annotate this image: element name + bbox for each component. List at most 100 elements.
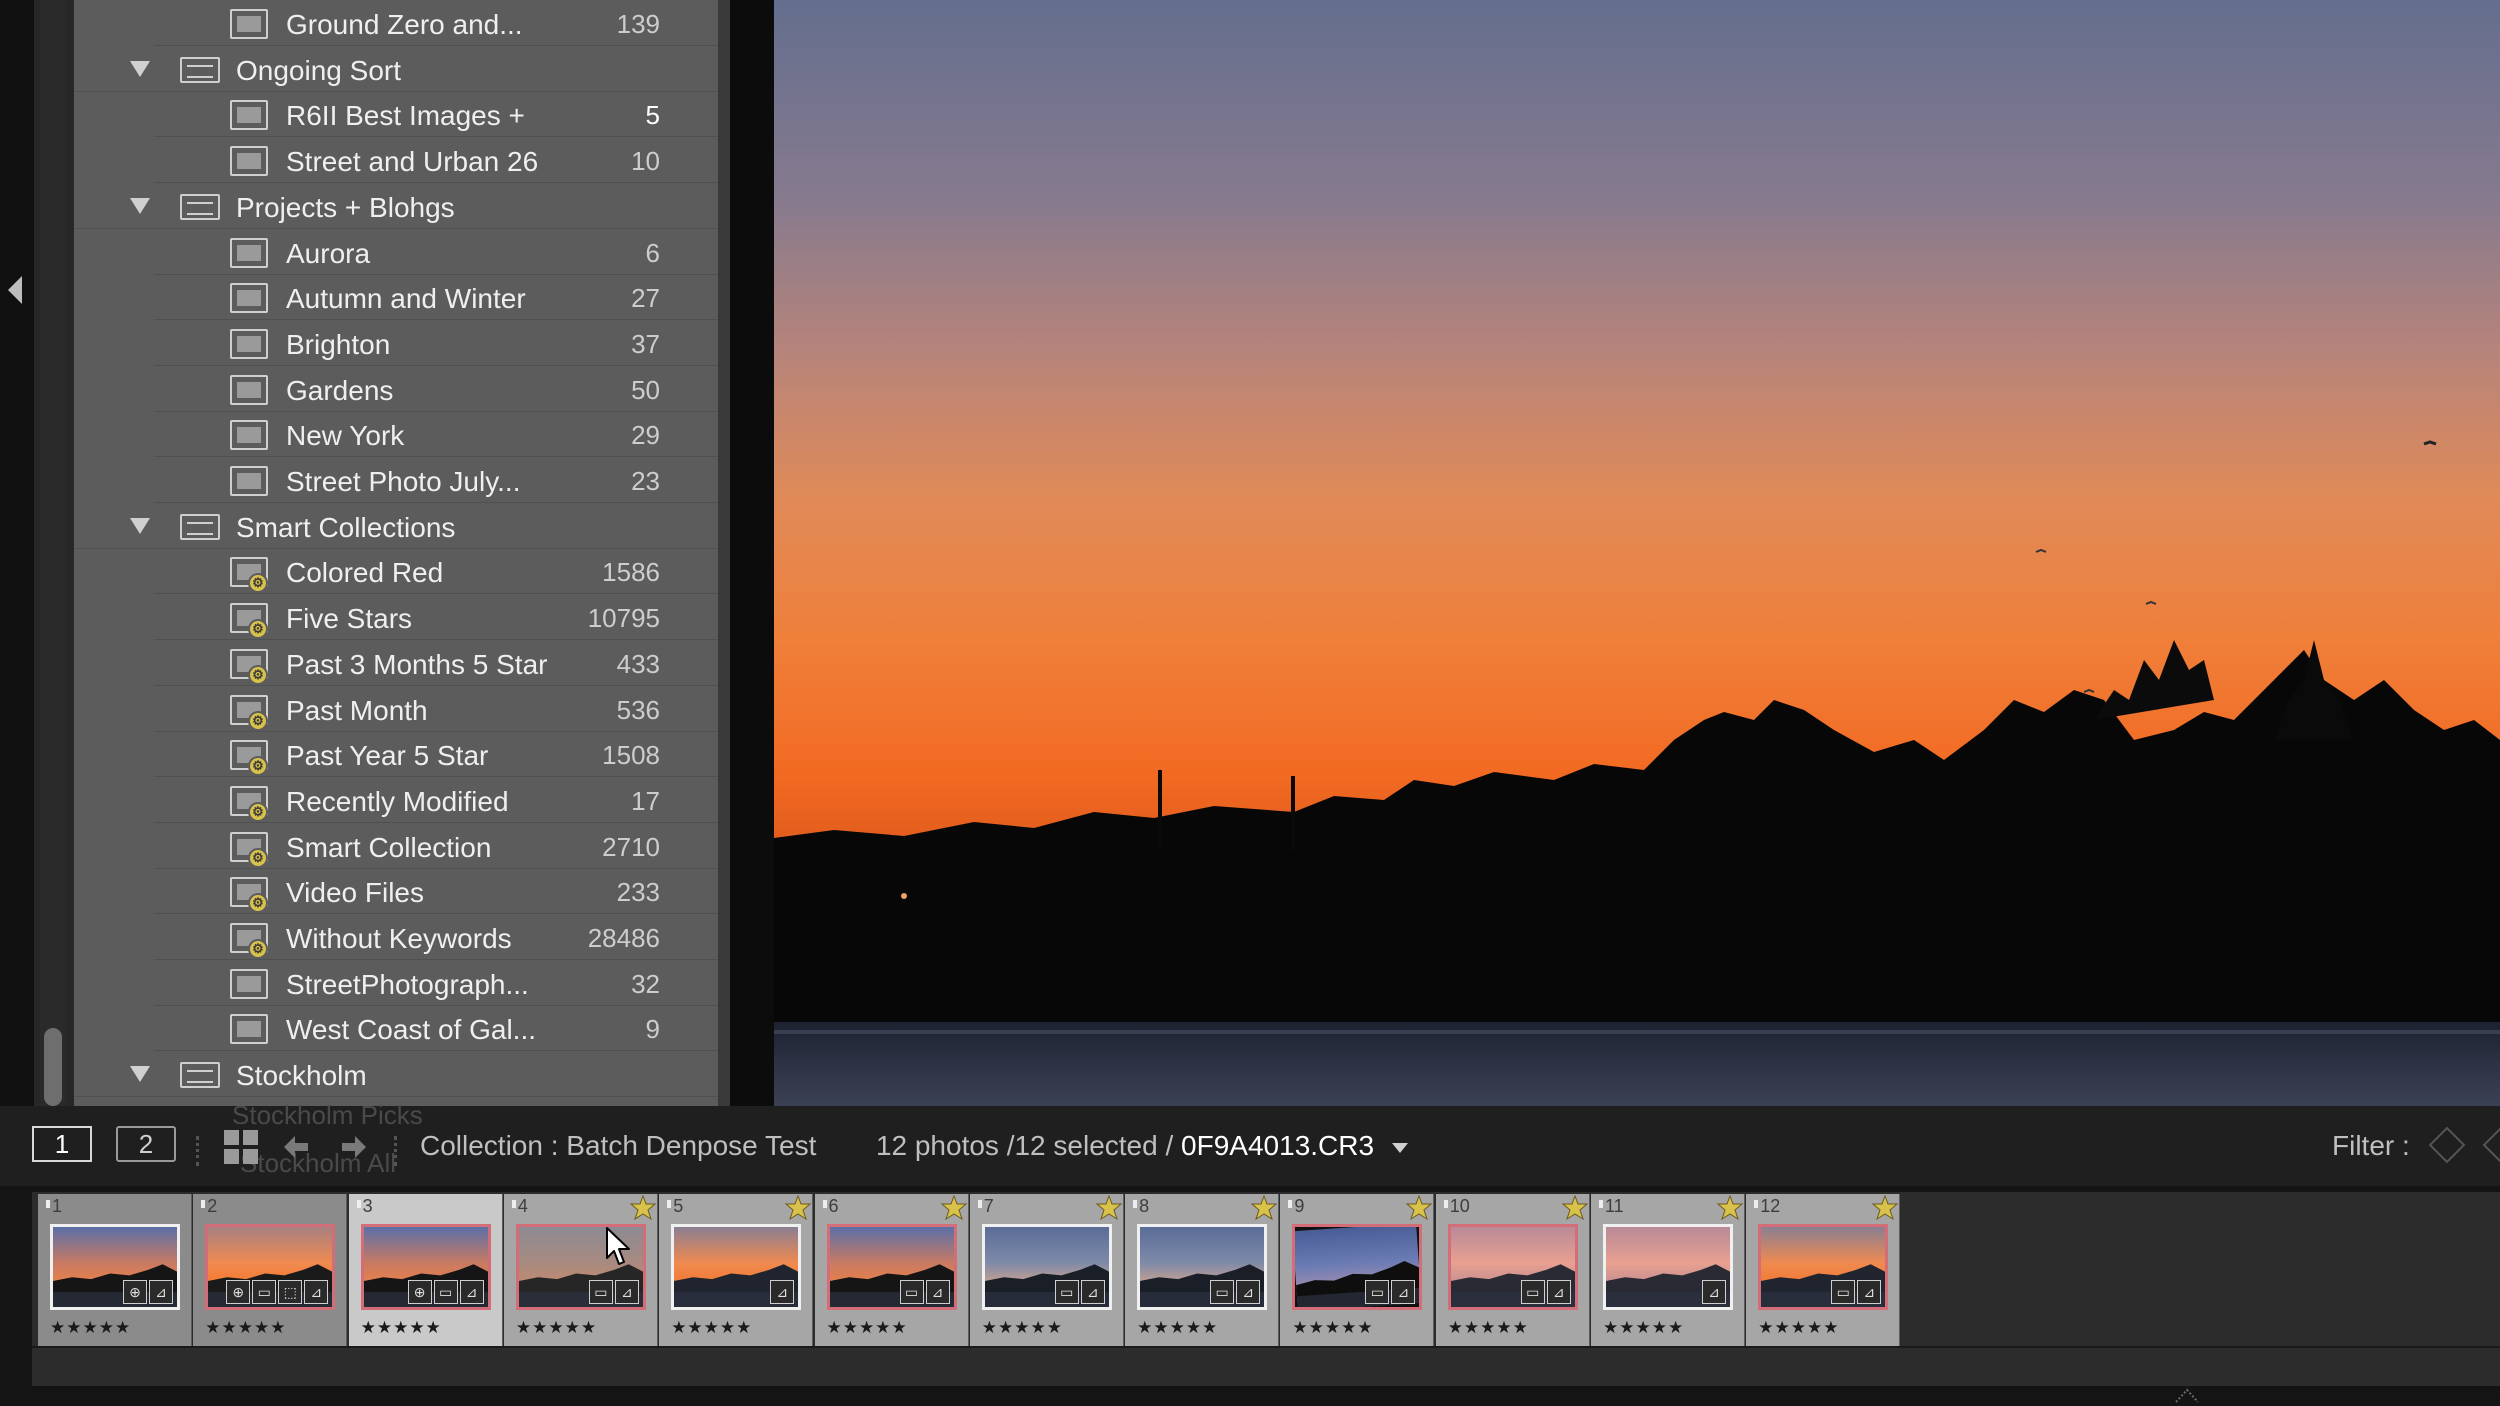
filmstrip-cell[interactable]: 6 ▭ ⊿ ★★★★★ — [814, 1194, 969, 1350]
filmstrip-cell[interactable]: 4 ▭ ⊿ ★★★★★ — [503, 1194, 658, 1350]
star-rating[interactable]: ★★★★★ — [982, 1318, 1063, 1338]
source-indicator[interactable]: Collection : Batch Denpose Test 12 photo… — [420, 1130, 1408, 1162]
collection-count: 50 — [631, 374, 660, 405]
develop-badge-icon[interactable]: ⊕ — [123, 1280, 147, 1304]
filter-flag-icon[interactable] — [2428, 1126, 2466, 1164]
develop-badge-icon[interactable]: ⊿ — [304, 1280, 329, 1304]
panel-divider[interactable] — [718, 0, 730, 1106]
disclosure-expanded-icon[interactable] — [130, 197, 150, 214]
disclosure-expanded-icon[interactable] — [130, 60, 150, 77]
filmstrip-cell[interactable]: 5 ⊿ ★★★★★ — [659, 1194, 814, 1350]
develop-badge-icon[interactable]: ⊕ — [407, 1280, 432, 1304]
collection-row[interactable]: Street Photo July... 23 — [74, 458, 718, 503]
develop-badge-icon[interactable]: ⊿ — [1236, 1280, 1261, 1304]
primary-window-button[interactable]: 1 — [32, 1126, 92, 1162]
star-rating[interactable]: ★★★★★ — [1758, 1318, 1839, 1338]
develop-badge-icon[interactable]: ⊿ — [459, 1280, 484, 1304]
collection-row[interactable]: R6II Best Images + 5 — [74, 92, 718, 138]
collection-row[interactable]: Ground Zero and... 139 — [74, 1, 718, 46]
secondary-window-button[interactable]: 2 — [116, 1126, 176, 1162]
develop-badge-icon[interactable]: ⊿ — [1857, 1280, 1882, 1304]
develop-badge-icon[interactable]: ▭ — [1210, 1280, 1235, 1304]
star-rating[interactable]: ★★★★★ — [205, 1318, 286, 1338]
star-rating[interactable]: ★★★★★ — [671, 1318, 752, 1338]
filmstrip-cell[interactable]: 11 ⊿ ★★★★★ — [1591, 1194, 1745, 1350]
develop-badge-icon[interactable]: ⊿ — [1391, 1280, 1416, 1304]
collection-set-row[interactable]: Smart Collections — [74, 504, 718, 549]
filmstrip-cell[interactable]: 7 ▭ ⊿ ★★★★★ — [969, 1194, 1124, 1350]
filmstrip-cell[interactable]: 2 ⊕ ▭ ⬚ ⊿ ★★★★★ — [193, 1194, 348, 1350]
star-rating[interactable]: ★★★★★ — [827, 1318, 908, 1338]
filmstrip-cell[interactable]: 8 ▭ ⊿ ★★★★★ — [1125, 1194, 1280, 1350]
collection-row[interactable]: ⚙ Past Month 536 — [74, 687, 718, 732]
collection-row[interactable]: Brighton 37 — [74, 321, 718, 366]
collection-row[interactable]: Aurora 6 — [74, 230, 718, 275]
star-rating[interactable]: ★★★★★ — [516, 1318, 597, 1338]
main-photo-view[interactable] — [774, 0, 2500, 1106]
thumbnail-badges: ▭ ⊿ — [1210, 1280, 1261, 1306]
toolbar-separator — [196, 1136, 199, 1166]
collection-row[interactable]: Gardens 50 — [74, 367, 718, 412]
back-arrow-icon[interactable] — [282, 1132, 312, 1162]
collapse-left-panel-icon[interactable] — [8, 276, 22, 304]
develop-badge-icon[interactable]: ▭ — [252, 1280, 277, 1304]
star-rating[interactable]: ★★★★★ — [50, 1318, 131, 1338]
collection-row[interactable]: ⚙ Without Keywords 28486 — [74, 915, 718, 960]
collection-row[interactable]: Street and Urban 26 10 — [74, 138, 718, 184]
resize-grip-icon[interactable] — [2172, 1386, 2202, 1404]
filmstrip-cell[interactable]: 1 ⊕ ⊿ ★★★★★ — [38, 1194, 192, 1350]
collection-row[interactable]: West Coast of Gal... 9 — [74, 1006, 718, 1052]
collection-row[interactable]: ⚙ Smart Collection 2710 — [74, 824, 718, 869]
chevron-down-icon[interactable] — [1391, 1142, 1408, 1153]
develop-badge-icon[interactable]: ▭ — [1054, 1280, 1079, 1304]
star-rating[interactable]: ★★★★★ — [1137, 1318, 1218, 1338]
collection-set-row[interactable]: Stockholm — [74, 1052, 718, 1098]
filmstrip-cell[interactable]: 10 ▭ ⊿ ★★★★★ — [1435, 1194, 1590, 1350]
filmstrip-cell[interactable]: 3 ⊕ ▭ ⊿ ★★★★★ — [348, 1194, 503, 1350]
develop-badge-icon[interactable]: ▭ — [433, 1280, 458, 1304]
develop-badge-icon[interactable]: ⊿ — [925, 1280, 950, 1304]
collection-icon — [230, 1014, 268, 1045]
develop-badge-icon[interactable]: ▭ — [1365, 1280, 1390, 1304]
collection-row[interactable]: New York 29 — [74, 412, 718, 458]
collection-row[interactable]: StreetPhotograph... 32 — [74, 961, 718, 1006]
forward-arrow-icon[interactable] — [338, 1132, 368, 1162]
filter-flag-icon[interactable] — [2482, 1126, 2500, 1164]
develop-badge-icon[interactable]: ⊕ — [226, 1280, 251, 1304]
collection-row[interactable]: ⚙ Colored Red 1586 — [74, 549, 718, 595]
disclosure-expanded-icon[interactable] — [130, 517, 150, 534]
develop-badge-icon[interactable]: ⊿ — [149, 1280, 173, 1304]
panel-scrollbar-thumb[interactable] — [44, 1028, 62, 1106]
collection-row[interactable]: Autumn and Winter 27 — [74, 275, 718, 321]
thumbnail-badges: ⊕ ▭ ⬚ ⊿ — [226, 1280, 329, 1306]
star-rating[interactable]: ★★★★★ — [1292, 1318, 1373, 1338]
disclosure-expanded-icon[interactable] — [130, 1066, 150, 1083]
star-rating[interactable]: ★★★★★ — [1448, 1318, 1529, 1338]
star-rating[interactable]: ★★★★★ — [1603, 1318, 1684, 1338]
grid-view-icon[interactable] — [224, 1130, 260, 1166]
collection-row[interactable]: ⚙ Video Files 233 — [74, 869, 718, 915]
collection-row[interactable]: ⚙ Past Year 5 Star 1508 — [74, 732, 718, 778]
develop-badge-icon[interactable]: ▭ — [1520, 1280, 1545, 1304]
develop-badge-icon[interactable]: ▭ — [899, 1280, 924, 1304]
collection-icon — [230, 283, 268, 314]
star-rating[interactable]: ★★★★★ — [361, 1318, 442, 1338]
collection-set-row[interactable]: Ongoing Sort — [74, 47, 718, 92]
develop-badge-icon[interactable]: ⊿ — [1080, 1280, 1105, 1304]
develop-badge-icon[interactable]: ▭ — [1831, 1280, 1856, 1304]
filmstrip-cell[interactable]: 9 ▭ ⊿ ★★★★★ — [1280, 1194, 1435, 1350]
panel-scrollbar[interactable] — [40, 0, 66, 1106]
edit-marker-icon — [46, 1200, 50, 1208]
develop-badge-icon[interactable]: ⊿ — [770, 1280, 795, 1304]
develop-badge-icon[interactable]: ⊿ — [1702, 1280, 1726, 1304]
collection-set-row[interactable]: Projects + Blohgs — [74, 184, 718, 229]
develop-badge-icon[interactable]: ⬚ — [278, 1280, 303, 1304]
develop-badge-icon[interactable]: ▭ — [588, 1280, 613, 1304]
collection-row[interactable]: ⚙ Recently Modified 17 — [74, 778, 718, 823]
collection-row[interactable]: ⚙ Five Stars 10795 — [74, 595, 718, 641]
filmstrip-scrollbar[interactable] — [32, 1346, 2500, 1386]
develop-badge-icon[interactable]: ⊿ — [1546, 1280, 1571, 1304]
filmstrip-cell[interactable]: 12 ▭ ⊿ ★★★★★ — [1746, 1194, 1901, 1350]
collection-row[interactable]: ⚙ Past 3 Months 5 Star 433 — [74, 641, 718, 686]
develop-badge-icon[interactable]: ⊿ — [614, 1280, 639, 1304]
